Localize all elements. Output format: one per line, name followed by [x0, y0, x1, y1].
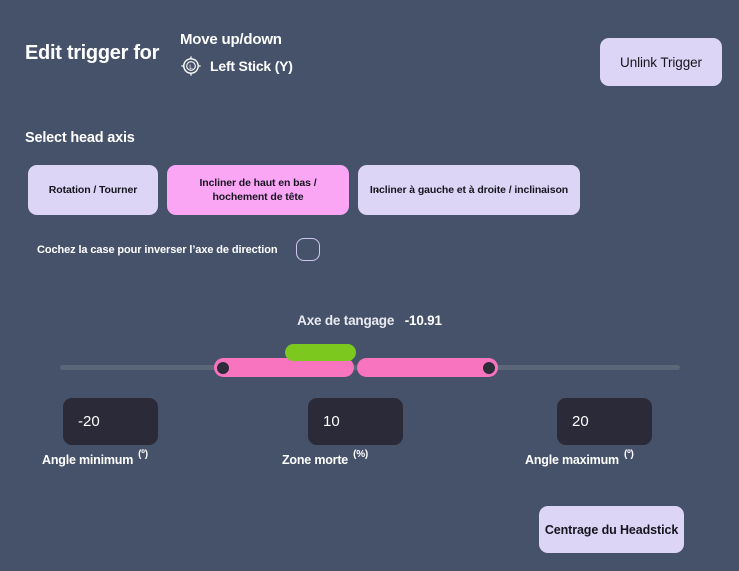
head-axis-option-pitch[interactable]: Incliner de haut en bas / hochement de t… [167, 165, 349, 215]
angle-range-slider[interactable] [0, 340, 739, 380]
angle-minimum-label: Angle minimum [42, 453, 134, 467]
head-axis-option-rotation[interactable]: Rotation / Tourner [28, 165, 158, 215]
trigger-control: L Left Stick (Y) [180, 55, 510, 77]
pitch-axis-readout: Axe de tangage -10.91 [0, 313, 739, 328]
head-axis-option-roll[interactable]: Incliner à gauche et à droite / inclinai… [358, 165, 580, 215]
angle-minimum-unit: (º) [138, 449, 148, 460]
angle-maximum-group: Angle maximum (º) [525, 398, 652, 467]
invert-axis-row: Cochez la case pour inverser l’axe de di… [37, 238, 321, 261]
angle-maximum-input[interactable] [557, 398, 652, 445]
slider-handle-max[interactable] [481, 360, 497, 376]
angle-minimum-caption: Angle minimum (º) [42, 449, 148, 467]
left-stick-icon: L [180, 55, 202, 77]
center-headstick-button[interactable]: Centrage du Headstick [539, 506, 684, 553]
deadzone-caption: Zone morte (%) [282, 449, 368, 467]
trigger-action-name: Move up/down [180, 31, 282, 48]
angle-minimum-group: Angle minimum (º) [42, 398, 158, 467]
pitch-axis-value: -10.91 [404, 313, 442, 328]
page-title: Edit trigger for [25, 42, 160, 64]
deadzone-unit: (%) [353, 449, 369, 460]
angle-minimum-input[interactable] [63, 398, 158, 445]
head-axis-option-roll-label: Incliner à gauche et à droite / inclinai… [369, 183, 569, 196]
deadzone-input[interactable] [308, 398, 403, 445]
trigger-control-label: Left Stick (Y) [210, 58, 293, 74]
current-position-indicator [285, 344, 356, 361]
bullet-dot-icon [376, 190, 378, 192]
pitch-axis-label: Axe de tangage [297, 313, 395, 328]
header: Edit trigger for Move up/down L Left Sti… [0, 0, 739, 110]
slider-handle-min[interactable] [215, 360, 231, 376]
deadzone-group: Zone morte (%) [282, 398, 403, 467]
angle-maximum-caption: Angle maximum (º) [525, 449, 634, 467]
invert-axis-checkbox[interactable] [296, 238, 321, 261]
head-axis-options: Rotation / Tourner Incliner de haut en b… [28, 165, 580, 215]
svg-text:L: L [189, 64, 193, 71]
angle-maximum-unit: (º) [623, 449, 634, 460]
select-head-axis-title: Select head axis [25, 130, 135, 146]
slider-range-upper[interactable] [357, 358, 498, 377]
unlink-trigger-button[interactable]: Unlink Trigger [600, 38, 722, 86]
deadzone-label: Zone morte [282, 453, 349, 467]
invert-axis-label: Cochez la case pour inverser l’axe de di… [37, 243, 278, 256]
angle-maximum-label: Angle maximum [525, 453, 619, 467]
trigger-action-info: Move up/down L Left Stick (Y) [180, 31, 510, 77]
